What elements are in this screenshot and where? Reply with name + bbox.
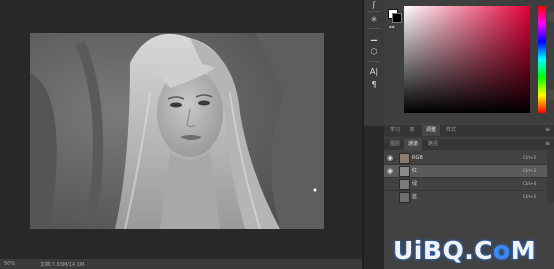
hue-slider[interactable] [538,6,546,113]
watermark-logo: UiBQ.CoM [393,236,536,265]
default-colors-icon[interactable]: ▪▪ [389,24,394,29]
channel-name: 红 [412,168,418,174]
cube-icon[interactable]: ⬡ [364,46,384,58]
collapse-tab[interactable] [547,90,554,100]
tab-layers[interactable]: 图层 [386,139,404,150]
color-field[interactable] [404,6,530,113]
panel-menu-icon[interactable]: ≡ [545,141,550,147]
divider [367,28,381,29]
visibility-eye-icon[interactable]: ◉ [385,165,395,177]
watermark-text: Q.C [442,236,494,265]
text-icon[interactable]: A| [364,66,384,78]
channel-name: RGB [412,155,423,161]
panel-scrollbar[interactable] [547,149,554,203]
adjustments-tab-bar: 学习 库 调整 样式 ≡ [384,125,554,136]
channel-row-green[interactable]: 绿 Ctrl+4 [384,178,547,191]
tab-adjustments[interactable]: 调整 [422,125,440,136]
background-color-swatch[interactable] [392,13,402,23]
divider [367,11,381,12]
channel-shortcut: Ctrl+5 [523,194,537,199]
channel-name: 绿 [412,181,418,187]
channel-shortcut: Ctrl+2 [523,155,537,160]
tab-channels[interactable]: 通道 [404,139,422,150]
divider [367,61,381,62]
tab-learn[interactable]: 学习 [386,125,404,136]
channel-thumbnail [399,153,410,164]
tab-paths[interactable]: 路径 [424,139,442,150]
adjustments-panel-body [384,136,554,138]
visibility-toggle[interactable] [385,178,395,190]
paragraph-icon[interactable]: ¶ [364,79,384,91]
tab-libraries[interactable]: 库 [404,125,420,136]
document-image[interactable] [30,33,324,229]
hand-icon[interactable]: ʃ [364,0,384,11]
channel-thumbnail [399,166,410,177]
layers-tab-bar: 图层 通道 路径 ≡ [384,139,554,150]
visibility-toggle[interactable] [385,191,395,203]
channel-row-red[interactable]: ◉ 红 Ctrl+3 [384,165,547,178]
channel-thumbnail [399,179,410,190]
collapse-tab[interactable] [547,12,554,22]
tool-strip: ʃ ✳ ▁ ⬡ A| ¶ [364,0,384,126]
visibility-eye-icon[interactable]: ◉ [385,152,395,164]
zoom-level[interactable]: 50% [4,261,15,267]
doc-size[interactable]: 文档:7.03M/14.1M [40,261,84,268]
channel-row-rgb[interactable]: ◉ RGB Ctrl+2 [384,152,547,165]
channel-thumbnail [399,192,410,203]
panel-menu-icon[interactable]: ≡ [545,127,550,133]
portrait-photo [30,33,324,229]
light-icon[interactable]: ✳ [364,14,384,26]
tab-styles[interactable]: 样式 [442,125,460,136]
channel-shortcut: Ctrl+3 [523,168,537,173]
channel-shortcut: Ctrl+4 [523,181,537,186]
watermark-text: UiB [393,236,443,265]
empty-dock [364,126,384,269]
ruler-icon[interactable]: ▁ [364,31,384,43]
channel-name: 蓝 [412,194,418,200]
status-bar: 50% 文档:7.03M/14.1M [0,259,362,269]
watermark-text: o [493,236,511,265]
watermark-text: M [510,236,537,265]
